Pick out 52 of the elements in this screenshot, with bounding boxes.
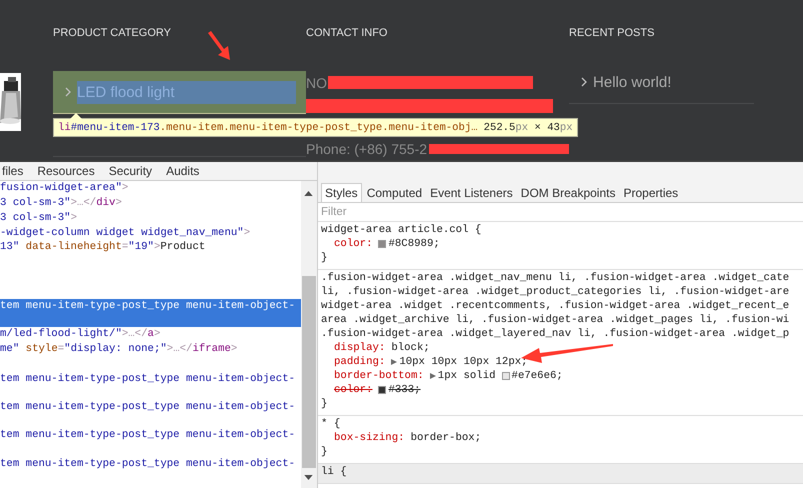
panel-tab[interactable]: Resources [35,164,97,178]
menu-item[interactable]: Hello world! [569,61,754,104]
closing-brace: } [321,445,328,459]
css-selector: .fusion-widget-area .widget_nav_menu li, .fusion-widget-area .widget_cate [321,271,790,285]
dom-node-line[interactable]: 3 col-sm-3"> [0,211,301,226]
css-property[interactable]: border-bottom: [334,369,424,383]
sidebar-tab[interactable]: Properties [620,184,682,202]
css-property[interactable]: box-sizing: [334,431,405,445]
dom-node-line[interactable]: 3 col-sm-3">…</div> [0,196,301,211]
css-property[interactable]: color: [334,383,372,397]
column-heading: PRODUCT CATEGORY [53,26,172,40]
dom-node-line[interactable]: me" style="display: none;">…</iframe> [0,342,301,372]
css-value[interactable]: #e7e6e6; [512,369,563,383]
css-selector: li { [321,465,348,479]
dom-node-line[interactable]: tem menu-item-type-post_type menu-item-object- [0,400,301,428]
css-value[interactable]: border-box; [410,431,482,445]
panel-tab[interactable]: Security [106,164,154,178]
panel-tab[interactable]: Audits [164,164,202,178]
dom-node-line[interactable]: -widget-column widget widget_nav_menu"> [0,226,301,240]
contact-text: Phone: (+86) 755-2 [306,140,428,156]
sidebar-tab[interactable]: Styles [321,183,362,202]
dom-node-line[interactable]: 13" data-lineheight="19">Product [0,240,301,299]
closing-brace: } [321,397,328,411]
sidebar-tab[interactable]: Event Listeners [427,184,516,202]
css-selector: widget-area article.col { [321,223,482,237]
css-selector: .fusion-widget-area .widget_layered_nav li, .fusion-widget-area .widget_p [321,327,790,341]
css-property[interactable]: padding: [334,355,386,369]
sidebar-tab[interactable]: Computed [364,184,426,202]
panel-tab[interactable]: files [0,164,26,178]
css-selector: * { [321,417,342,431]
dom-node-line[interactable]: tem menu-item-type-post_type menu-item-object- [0,372,301,400]
css-selector: widget-area .widget .recentcomments, .fusion-widget-area .widget_recent_e [321,299,790,313]
css-value[interactable]: #333; [388,383,421,397]
css-value[interactable]: #8C8989; [388,237,440,251]
css-property[interactable]: display: [334,341,386,355]
element-size: 252.5px × 43px [484,122,573,134]
css-value[interactable]: 10px 10px 10px 12px; [399,355,528,369]
column-heading: RECENT POSTS [569,26,656,40]
dom-node-line[interactable]: tem menu-item-type-post_type menu-item-object- [0,457,301,485]
element-selector: li#menu-item-173.menu-item.menu-item-type-post_type.menu-item-obj… [58,122,478,134]
css-selector: area .widget_archive li, .fusion-widget-area .widget_pages li, .fusion-wi [321,313,790,327]
dom-node-line[interactable]: tem menu-item-type-post_type menu-item-object- [0,428,301,457]
closing-brace: } [321,251,328,265]
css-value[interactable]: 1px solid [438,369,496,383]
css-property[interactable]: color: [334,237,372,251]
column-heading: CONTACT INFO [306,26,388,40]
sidebar-tab[interactable]: DOM Breakpoints [518,184,618,202]
css-selector: li, .fusion-widget-area .widget_product_categories li, .fusion-widget-are [321,285,790,299]
css-value[interactable]: block; [391,341,430,355]
contact-text: NO [306,74,327,90]
dom-node-line[interactable]: m/led-flood-light/">…</a> [0,327,301,342]
dom-node-line[interactable]: fusion-widget-area"> [0,181,301,196]
